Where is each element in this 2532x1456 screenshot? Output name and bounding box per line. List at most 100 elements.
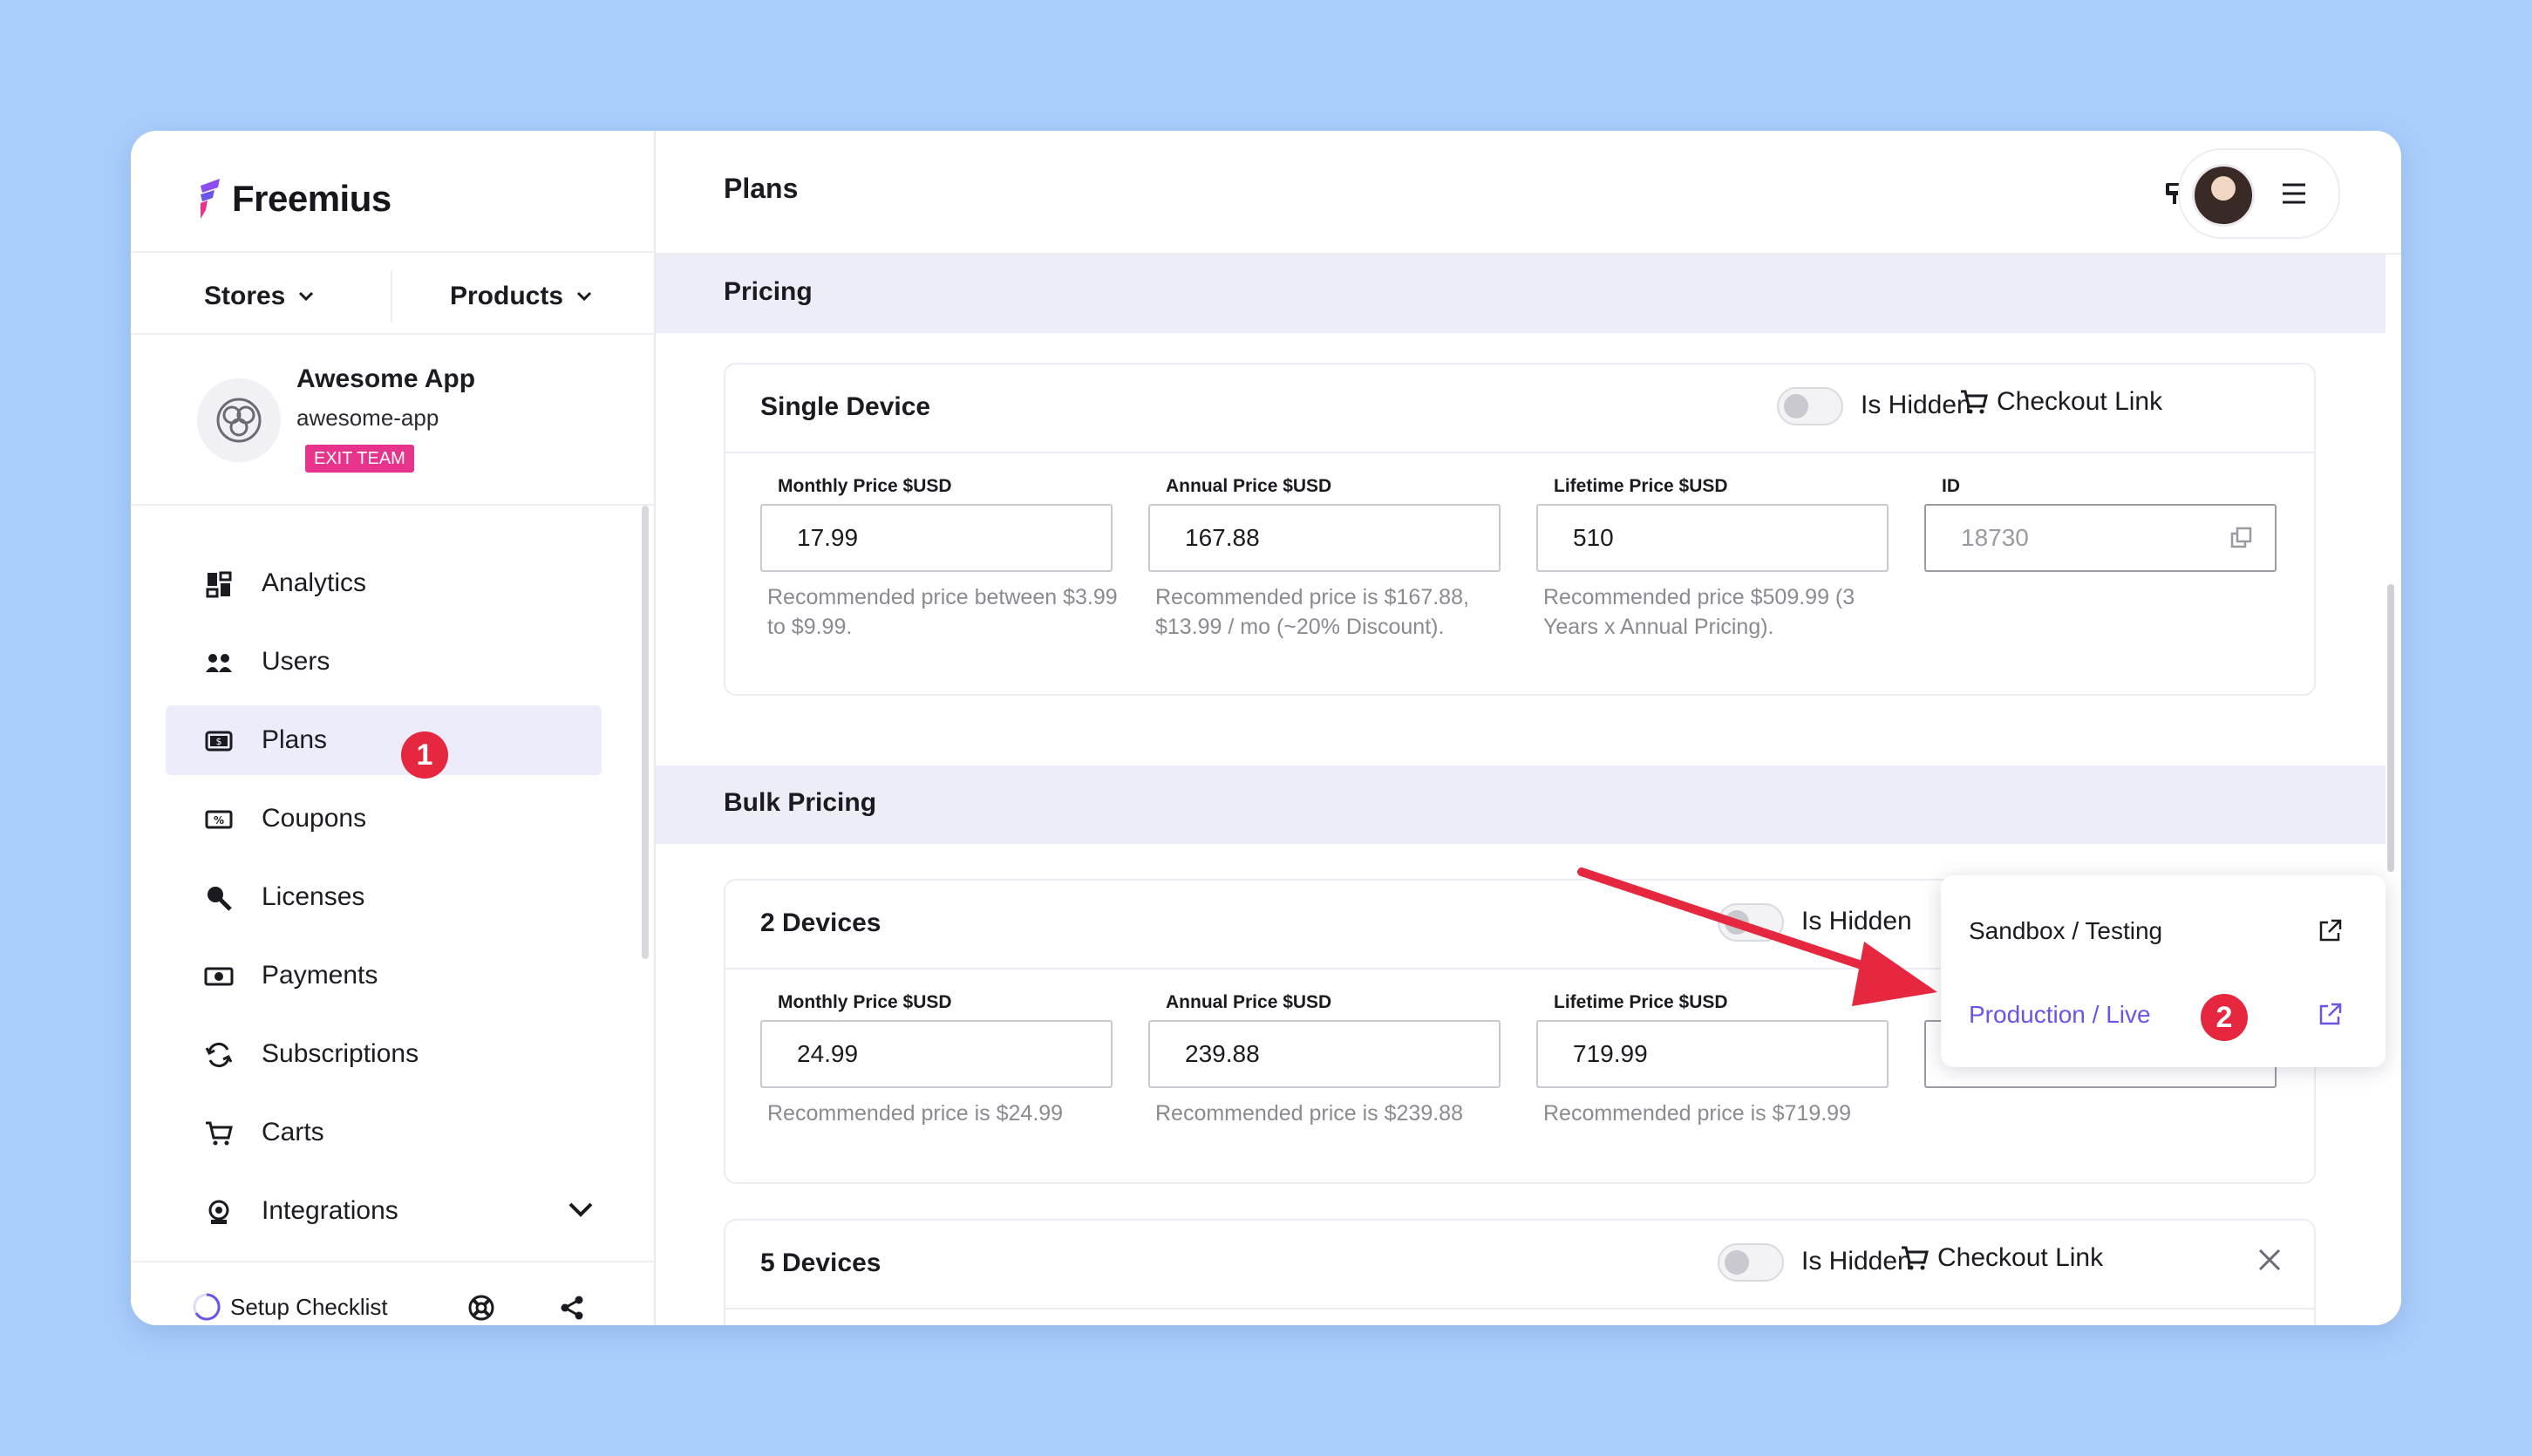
- is-hidden-label: Is Hidden: [1801, 907, 1912, 936]
- hamburger-menu-icon: [2283, 183, 2305, 204]
- exit-team-button[interactable]: EXIT TEAM: [305, 445, 414, 473]
- products-dropdown[interactable]: Products: [450, 275, 593, 318]
- sidebar-item-label: Payments: [262, 961, 378, 990]
- sidebar-item-label: Analytics: [262, 568, 367, 597]
- plans-icon: $: [205, 731, 233, 752]
- analytics-icon: [206, 571, 232, 598]
- divider: [131, 504, 654, 506]
- user-menu[interactable]: [2178, 148, 2340, 239]
- monthly-price-input[interactable]: 24.99: [760, 1020, 1113, 1088]
- users-icon: [206, 654, 232, 672]
- app-logo-icon: [216, 398, 262, 443]
- svg-text:%: %: [214, 814, 224, 827]
- card-title: 5 Devices: [760, 1248, 881, 1277]
- annual-price-hint: Recommended price is $239.88: [1155, 1101, 1463, 1126]
- lifetime-price-input[interactable]: 510: [1536, 504, 1889, 572]
- divider: [391, 270, 392, 323]
- sidebar-item-label: Coupons: [262, 804, 367, 833]
- app-window: Freemius Stores Products Awesome App awe…: [131, 131, 2401, 1325]
- menu-item-production[interactable]: Production / Live: [1969, 1001, 2151, 1029]
- sidebar-item-users[interactable]: Users: [166, 627, 602, 697]
- section-title: Bulk Pricing: [724, 788, 877, 817]
- licenses-icon: [208, 887, 232, 911]
- sidebar: Freemius Stores Products Awesome App awe…: [131, 131, 656, 1325]
- annual-price-label: Annual Price $USD: [1166, 992, 1332, 1012]
- plan-card-single-device: Single Device Is Hidden Checkout Link Mo…: [724, 363, 2316, 696]
- is-hidden-toggle[interactable]: [1718, 1243, 1784, 1282]
- lifetime-price-hint: Recommended price $509.99 (3 Years x Ann…: [1543, 585, 1855, 639]
- external-link-icon[interactable]: [2316, 917, 2344, 945]
- is-hidden-label: Is Hidden: [1861, 391, 1971, 419]
- step-1-marker: 1: [401, 731, 448, 779]
- sidebar-item-payments[interactable]: Payments: [166, 941, 602, 1010]
- lifetime-price-label: Lifetime Price $USD: [1554, 992, 1728, 1012]
- external-link-icon[interactable]: [2316, 1001, 2344, 1029]
- monthly-price-input[interactable]: 17.99: [760, 504, 1113, 572]
- sidebar-item-plans[interactable]: $ Plans: [166, 705, 602, 775]
- chevron-down-icon: [299, 291, 314, 302]
- bulk-pricing-section-header: Bulk Pricing: [656, 765, 2386, 844]
- main-scrollbar[interactable]: [2387, 584, 2394, 872]
- copy-icon[interactable]: [2229, 525, 2255, 551]
- integrations-icon: [208, 1200, 229, 1224]
- sidebar-item-analytics[interactable]: Analytics: [166, 548, 602, 618]
- freemius-logo-icon: [201, 179, 220, 219]
- page-title: Plans: [724, 173, 799, 204]
- lifetime-price-input[interactable]: 719.99: [1536, 1020, 1889, 1088]
- share-icon[interactable]: [558, 1294, 586, 1322]
- chevron-down-icon[interactable]: [567, 1201, 595, 1220]
- sidebar-item-label: Carts: [262, 1118, 324, 1146]
- monthly-price-label: Monthly Price $USD: [778, 992, 952, 1012]
- is-hidden-toggle[interactable]: [1718, 903, 1784, 942]
- cart-icon: [1902, 1246, 1929, 1270]
- is-hidden-label: Is Hidden: [1801, 1247, 1912, 1276]
- app-name: Awesome App: [296, 364, 476, 393]
- divider: [131, 1261, 654, 1262]
- divider: [131, 251, 654, 253]
- help-icon[interactable]: [467, 1294, 495, 1322]
- annual-price-input[interactable]: 167.88: [1148, 504, 1501, 572]
- brand-name: Freemius: [232, 178, 391, 219]
- sidebar-item-licenses[interactable]: Licenses: [166, 862, 602, 932]
- plan-id-field: 18730: [1924, 504, 2277, 572]
- menu-item-sandbox[interactable]: Sandbox / Testing: [1969, 917, 2162, 945]
- monthly-price-hint: Recommended price between $3.99 to $9.99…: [767, 585, 1118, 639]
- checkout-link-label: Checkout Link: [1937, 1243, 2104, 1272]
- app-slug: awesome-app: [296, 405, 439, 431]
- stores-dropdown[interactable]: Stores: [204, 275, 315, 318]
- sidebar-item-label: Users: [262, 647, 330, 676]
- monthly-price-label: Monthly Price $USD: [778, 476, 952, 496]
- plan-card-5-devices: 5 Devices Is Hidden Checkout Link: [724, 1219, 2316, 1325]
- is-hidden-toggle[interactable]: [1777, 387, 1843, 425]
- monthly-price-hint: Recommended price is $24.99: [767, 1101, 1064, 1126]
- annual-price-input[interactable]: 239.88: [1148, 1020, 1501, 1088]
- card-title: Single Device: [760, 392, 931, 421]
- products-label: Products: [450, 282, 564, 310]
- main-content: Plans Pricing Single Device Is Hidden Ch…: [656, 131, 2401, 1325]
- card-header: Single Device Is Hidden Checkout Link: [725, 364, 2314, 453]
- checkout-link-button[interactable]: Checkout Link: [1958, 387, 2162, 417]
- sidebar-item-integrations[interactable]: Integrations: [166, 1176, 602, 1246]
- progress-ring-icon: [193, 1293, 221, 1321]
- pricing-section-header: Pricing: [656, 255, 2386, 333]
- payments-icon: [204, 967, 234, 986]
- sidebar-item-coupons[interactable]: % Coupons: [166, 784, 602, 854]
- freemius-logo[interactable]: Freemius: [197, 173, 391, 225]
- svg-text:$: $: [216, 736, 222, 747]
- close-icon[interactable]: [2255, 1245, 2284, 1275]
- card-header: 5 Devices Is Hidden Checkout Link: [725, 1221, 2314, 1310]
- coupons-icon: %: [205, 810, 233, 829]
- step-2-marker: 2: [2201, 994, 2248, 1041]
- app-avatar[interactable]: [197, 378, 281, 462]
- sidebar-item-carts[interactable]: Carts: [166, 1098, 602, 1167]
- setup-checklist-button[interactable]: Setup Checklist: [192, 1292, 388, 1322]
- subscriptions-icon: [205, 1042, 233, 1068]
- checkout-link-button[interactable]: Checkout Link: [1899, 1243, 2103, 1273]
- sidebar-item-label: Subscriptions: [262, 1039, 419, 1068]
- sidebar-item-subscriptions[interactable]: Subscriptions: [166, 1019, 602, 1089]
- top-bar: Plans: [656, 131, 2401, 255]
- section-title: Pricing: [724, 277, 813, 306]
- sidebar-scrollbar[interactable]: [642, 506, 649, 959]
- card-title: 2 Devices: [760, 908, 881, 937]
- stores-label: Stores: [204, 282, 286, 310]
